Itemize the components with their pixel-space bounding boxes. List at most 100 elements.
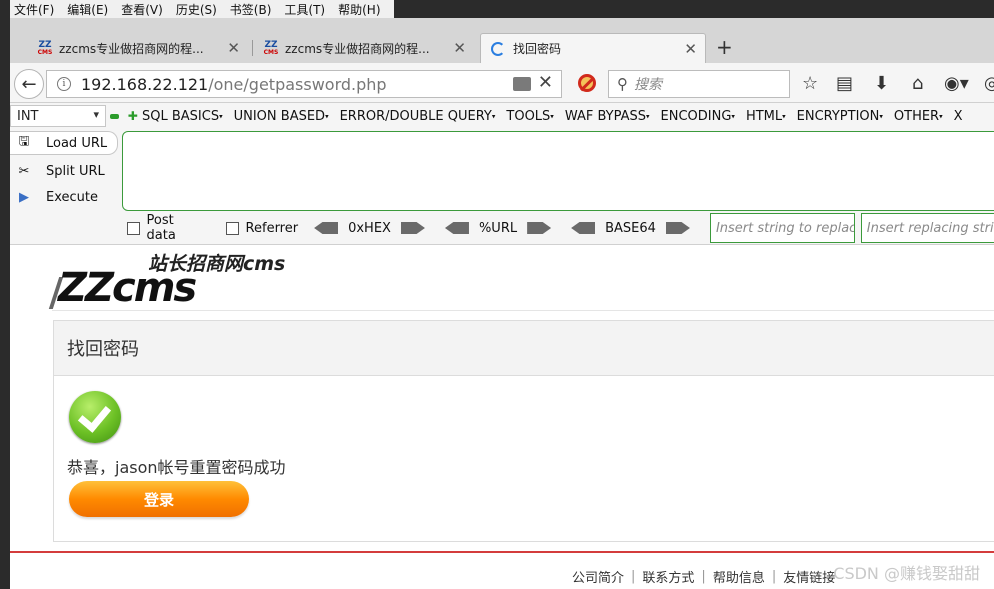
menu-history[interactable]: 历史(S) xyxy=(176,1,217,18)
type-select-value: INT xyxy=(17,108,39,124)
home-icon[interactable]: ⌂ xyxy=(912,73,923,94)
hex-label: 0xHEX xyxy=(348,220,391,236)
footer-divider xyxy=(10,551,994,553)
menu-html[interactable]: HTML▾ xyxy=(746,109,786,124)
menu-union-based[interactable]: UNION BASED▾ xyxy=(234,109,329,124)
post-data-checkbox[interactable]: Post data xyxy=(122,213,205,243)
tab-bar: ZZ CMS zzcms专业做招商网的程... ✕ ZZ CMS zzcms专业做招… xyxy=(10,18,994,63)
hackbar-panel: INT ▾ ✚ SQL BASICS▾ UNION BASED▾ ERROR/D… xyxy=(10,103,994,245)
url-path: /one/getpassword.php xyxy=(208,74,387,94)
referrer-checkbox[interactable]: Referrer xyxy=(221,221,298,236)
hex-decode-arrow-icon[interactable] xyxy=(314,222,339,234)
new-tab-icon[interactable]: + xyxy=(716,35,733,59)
back-button[interactable]: ← xyxy=(14,69,44,99)
loading-spinner-icon xyxy=(491,41,505,56)
menu-waf-bypass[interactable]: WAF BYPASS▾ xyxy=(565,109,650,124)
menu-bookmarks[interactable]: 书签(B) xyxy=(230,1,272,18)
split-url-button[interactable]: ✂ Split URL xyxy=(10,159,105,183)
menu-bar: 文件(F) 编辑(E) 查看(V) 历史(S) 书签(B) 工具(T) 帮助(H… xyxy=(10,0,394,18)
browser-window: 文件(F) 编辑(E) 查看(V) 历史(S) 书签(B) 工具(T) 帮助(H… xyxy=(0,0,994,589)
replacing-string-input[interactable]: Insert replacing string xyxy=(860,213,994,243)
menu-file[interactable]: 文件(F) xyxy=(14,1,54,18)
tab-title: 找回密码 xyxy=(513,42,562,56)
zzcms-favicon-icon: ZZ CMS xyxy=(263,39,279,56)
tab-zzcms-2[interactable]: ZZ CMS zzcms专业做招商网的程... ✕ xyxy=(256,33,474,63)
extension-icon[interactable]: ◎ xyxy=(984,73,994,94)
csdn-watermark: CSDN @赚钱娶甜甜 xyxy=(833,564,980,583)
menu-view[interactable]: 查看(V) xyxy=(121,1,163,18)
search-input[interactable]: ⚲ 搜索 xyxy=(608,70,790,98)
url-bar[interactable]: i 192.168.22.121/one/getpassword.php ✕ xyxy=(46,70,562,98)
sync-account-icon[interactable]: ◉▾ xyxy=(944,73,969,94)
menu-tools[interactable]: TOOLS▾ xyxy=(506,109,553,124)
login-button[interactable]: 登录 xyxy=(69,481,249,517)
reader-view-icon[interactable] xyxy=(513,77,531,91)
hackbar-options: Post data Referrer 0xHEX %URL BASE64 Ins… xyxy=(122,213,994,243)
hackbar-menu: INT ▾ ✚ SQL BASICS▾ UNION BASED▾ ERROR/D… xyxy=(10,105,974,127)
tab-title: zzcms专业做招商网的程... xyxy=(285,41,430,56)
replace-string-input[interactable]: Insert string to replace xyxy=(709,213,855,243)
footer-link-contact[interactable]: 联系方式 xyxy=(642,567,694,586)
header-divider xyxy=(52,310,994,311)
menu-sql-basics[interactable]: SQL BASICS▾ xyxy=(142,109,223,124)
search-icon: ⚲ xyxy=(617,75,628,93)
url-encode-arrow-icon[interactable] xyxy=(527,222,552,234)
hex-encode-arrow-icon[interactable] xyxy=(400,222,425,234)
menu-error-double-query[interactable]: ERROR/DOUBLE QUERY▾ xyxy=(340,109,496,124)
noscript-icon[interactable] xyxy=(578,74,596,92)
zzcms-logo[interactable]: 站长招商网cms ZZcms xyxy=(48,249,292,311)
play-icon: ▶ xyxy=(19,189,29,205)
footer-link-help[interactable]: 帮助信息 xyxy=(713,567,765,586)
tab-close-icon[interactable]: ✕ xyxy=(453,39,466,57)
menu-xss[interactable]: X xyxy=(954,109,963,124)
minus-icon[interactable] xyxy=(110,113,120,119)
menu-encoding[interactable]: ENCODING▾ xyxy=(661,109,735,124)
bookmark-star-icon[interactable]: ☆ xyxy=(802,73,818,94)
type-select[interactable]: INT ▾ xyxy=(10,105,106,127)
base64-label: BASE64 xyxy=(605,220,656,236)
url-encoder: %URL xyxy=(444,220,552,236)
success-message: 恭喜，jason帐号重置密码成功 xyxy=(67,458,286,477)
tab-zzcms-1[interactable]: ZZ CMS zzcms专业做招商网的程... ✕ xyxy=(30,33,248,63)
panel-title: 找回密码 xyxy=(54,321,994,376)
url-textarea[interactable] xyxy=(122,131,994,211)
reset-password-panel: 找回密码 恭喜，jason帐号重置密码成功 登录 xyxy=(53,320,994,542)
footer-link-about[interactable]: 公司简介 xyxy=(572,567,624,586)
base64-encoder: BASE64 xyxy=(571,221,690,236)
tab-close-icon[interactable]: ✕ xyxy=(684,40,697,58)
execute-button[interactable]: ▶ Execute xyxy=(10,185,98,209)
plus-icon[interactable]: ✚ xyxy=(128,109,138,123)
back-arrow-icon: ← xyxy=(21,73,37,95)
browser-frame: ZZ CMS zzcms专业做招商网的程... ✕ ZZ CMS zzcms专业做招… xyxy=(10,18,994,589)
url-host: 192.168.22.121 xyxy=(81,74,209,94)
chevron-down-icon: ▾ xyxy=(93,108,99,121)
execute-label: Execute xyxy=(46,189,98,205)
page-content: 站长招商网cms ZZcms 找回密码 恭喜，jason帐号重置密码成功 登录 … xyxy=(10,245,994,589)
load-url-button[interactable]: 🖫 Load URL xyxy=(10,131,118,155)
menu-encryption[interactable]: ENCRYPTION▾ xyxy=(797,109,883,124)
search-placeholder: 搜索 xyxy=(634,77,662,93)
menu-tools[interactable]: 工具(T) xyxy=(284,1,325,18)
stop-icon[interactable]: ✕ xyxy=(538,72,553,93)
menu-help[interactable]: 帮助(H) xyxy=(338,1,380,18)
url-label: %URL xyxy=(478,220,518,236)
menu-edit[interactable]: 编辑(E) xyxy=(67,1,108,18)
base64-encode-arrow-icon[interactable] xyxy=(665,222,690,234)
tab-getpassword[interactable]: 找回密码 ✕ xyxy=(480,33,706,63)
tab-close-icon[interactable]: ✕ xyxy=(227,39,240,57)
library-icon[interactable]: ▤ xyxy=(836,73,853,94)
scissors-icon: ✂ xyxy=(18,163,30,179)
split-url-label: Split URL xyxy=(46,163,105,179)
site-info-icon[interactable]: i xyxy=(57,77,71,91)
menu-other[interactable]: OTHER▾ xyxy=(894,109,943,124)
download-icon[interactable]: ⬇ xyxy=(874,73,889,94)
load-url-label: Load URL xyxy=(46,135,108,151)
base64-decode-arrow-icon[interactable] xyxy=(571,222,596,234)
footer-links: 公司简介 | 联系方式 | 帮助信息 | 友情链接 xyxy=(572,567,836,586)
hex-encoder: 0xHEX xyxy=(314,221,425,236)
footer-link-friends[interactable]: 友情链接 xyxy=(783,567,835,586)
load-url-icon: 🖫 xyxy=(18,134,30,149)
url-decode-arrow-icon[interactable] xyxy=(444,222,469,234)
zoom-controls: ✚ xyxy=(106,109,142,123)
zzcms-favicon-icon: ZZ CMS xyxy=(37,39,53,56)
